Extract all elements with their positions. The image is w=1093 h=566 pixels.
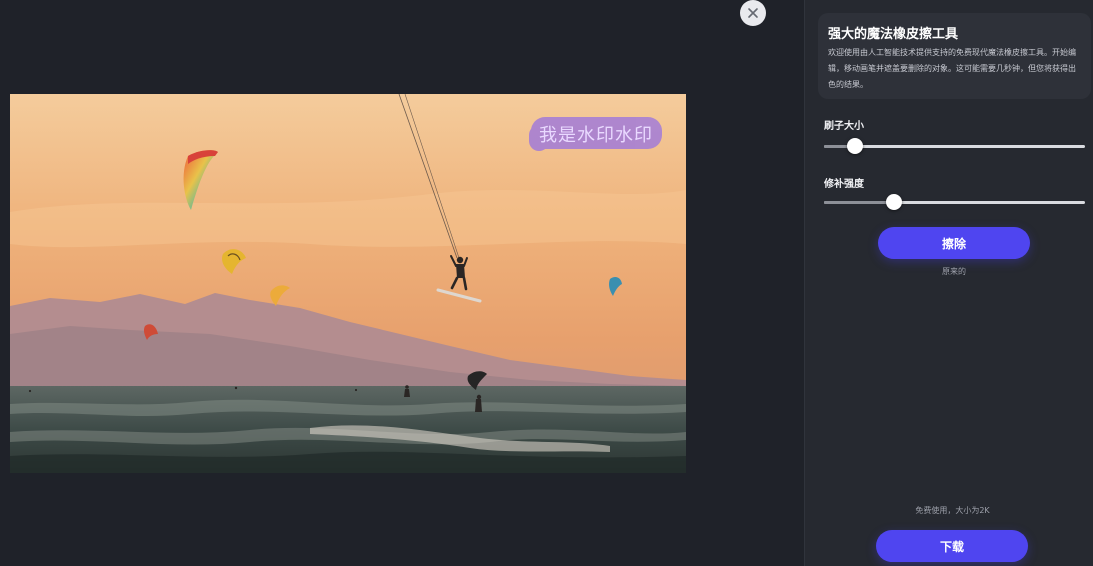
kitesurfing-photo xyxy=(10,94,686,473)
editor-workspace: 我是水印水印 xyxy=(0,0,804,566)
download-button[interactable]: 下载 xyxy=(876,530,1028,562)
original-link[interactable]: 原来的 xyxy=(878,266,1030,277)
tool-panel: 强大的魔法橡皮擦工具 欢迎使用由人工智能技术提供支持的免费现代魔法橡皮擦工具。开… xyxy=(804,0,1093,566)
repair-strength-fill xyxy=(824,201,895,204)
watermark-text: 我是水印水印 xyxy=(539,125,653,146)
repair-strength-slider[interactable] xyxy=(824,194,1085,210)
free-usage-note: 免费使用，大小为2K xyxy=(915,506,990,515)
repair-strength-label: 修补强度 xyxy=(824,179,864,190)
close-icon xyxy=(748,8,758,18)
erase-button[interactable]: 擦除 xyxy=(878,227,1030,259)
brush-size-thumb[interactable] xyxy=(847,138,864,154)
brush-size-label: 刷子大小 xyxy=(824,121,864,132)
intro-card: 强大的魔法橡皮擦工具 欢迎使用由人工智能技术提供支持的免费现代魔法橡皮擦工具。开… xyxy=(818,13,1091,99)
photo-canvas[interactable] xyxy=(10,94,686,473)
close-button[interactable] xyxy=(740,0,766,26)
brush-size-slider[interactable] xyxy=(824,138,1085,154)
panel-description: 欢迎使用由人工智能技术提供支持的免费现代魔法橡皮擦工具。开始编辑，移动画笔并遮盖… xyxy=(828,48,1076,89)
repair-strength-thumb[interactable] xyxy=(886,194,903,210)
panel-title: 强大的魔法橡皮擦工具 xyxy=(828,27,959,42)
